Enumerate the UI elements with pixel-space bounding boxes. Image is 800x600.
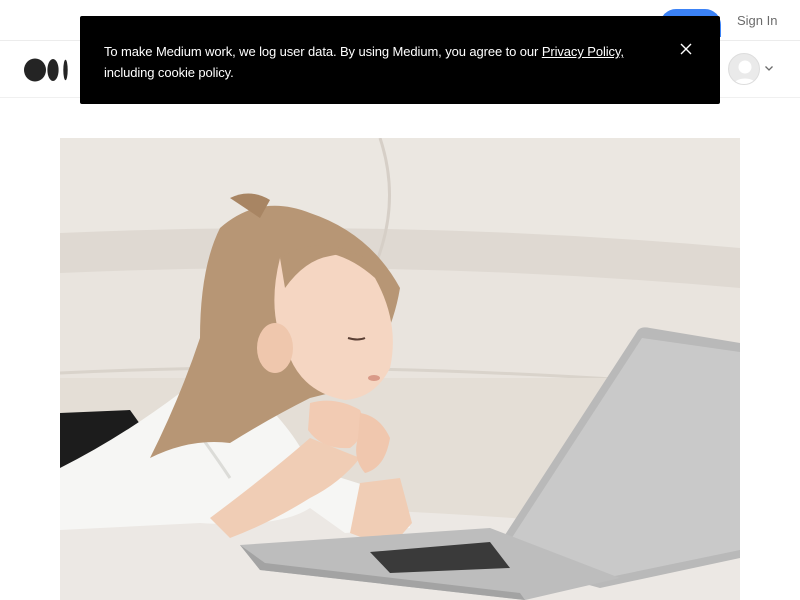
medium-logo-icon[interactable] xyxy=(24,58,70,82)
avatar[interactable] xyxy=(728,53,760,85)
user-silhouette-icon xyxy=(733,60,757,84)
cookie-banner: To make Medium work, we log user data. B… xyxy=(80,16,720,104)
cookie-banner-text-part: To make Medium work, we log user data. B… xyxy=(104,44,542,59)
chevron-down-icon[interactable] xyxy=(764,63,774,73)
hero-image xyxy=(60,138,740,600)
privacy-policy-link[interactable]: Privacy Policy, xyxy=(542,44,624,59)
photo-girl-with-laptop-icon xyxy=(60,138,740,600)
sign-in-link[interactable]: Sign In xyxy=(737,13,777,28)
cookie-banner-text-part: including cookie policy. xyxy=(104,65,234,80)
close-icon[interactable] xyxy=(678,41,694,57)
cookie-banner-text: To make Medium work, we log user data. B… xyxy=(104,41,664,83)
